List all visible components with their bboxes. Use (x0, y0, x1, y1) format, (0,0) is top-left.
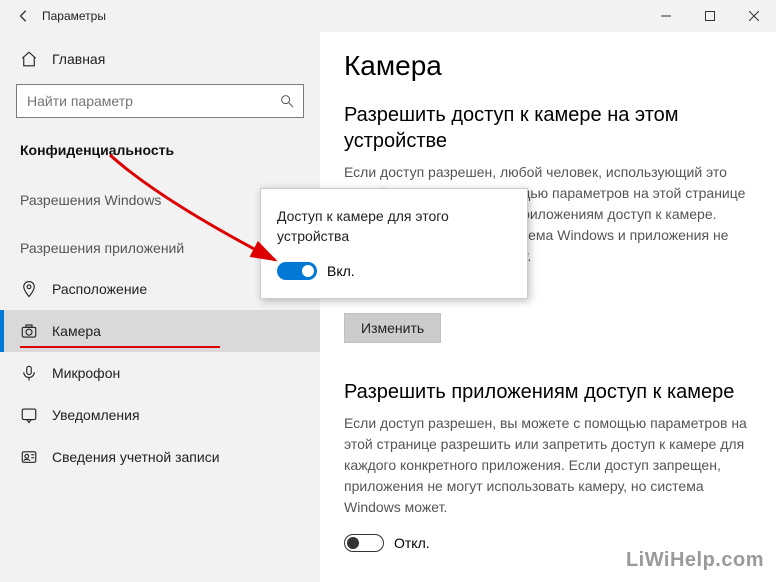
sidebar-item-label: Расположение (52, 281, 147, 297)
maximize-button[interactable] (688, 0, 732, 32)
section2-heading: Разрешить приложениям доступ к камере (344, 379, 752, 405)
sidebar-item-notifications[interactable]: Уведомления (0, 394, 320, 436)
flyout-title: Доступ к камере для этого устройства (277, 207, 511, 246)
apps-access-toggle-label: Откл. (394, 535, 430, 551)
change-button[interactable]: Изменить (344, 313, 441, 343)
home-icon (20, 50, 38, 68)
microphone-icon (20, 364, 38, 382)
sidebar-item-label: Уведомления (52, 407, 140, 423)
sidebar-item-label: Микрофон (52, 365, 120, 381)
minimize-button[interactable] (644, 0, 688, 32)
device-access-toggle-label: Вкл. (327, 263, 355, 279)
camera-icon (20, 322, 38, 340)
sidebar-item-account-info[interactable]: Сведения учетной записи (0, 436, 320, 478)
annotation-underline (20, 346, 220, 348)
search-input[interactable] (16, 84, 304, 118)
account-info-icon (20, 448, 38, 466)
section1-heading: Разрешить доступ к камере на этом устрой… (344, 102, 752, 154)
sidebar-home[interactable]: Главная (0, 40, 320, 78)
location-icon (20, 280, 38, 298)
window-title: Параметры (42, 9, 106, 23)
apps-access-toggle[interactable] (344, 534, 384, 552)
device-access-toggle[interactable] (277, 262, 317, 280)
watermark: LiWiHelp.com (626, 549, 764, 572)
search-icon (279, 93, 295, 109)
sidebar-section-title: Конфиденциальность (0, 132, 320, 172)
sidebar-item-label: Камера (52, 323, 101, 339)
page-title: Камера (344, 50, 752, 82)
sidebar-home-label: Главная (52, 51, 105, 67)
notifications-icon (20, 406, 38, 424)
sidebar-item-label: Сведения учетной записи (52, 449, 220, 465)
sidebar-item-camera[interactable]: Камера (0, 310, 320, 352)
search-button[interactable] (270, 84, 304, 118)
close-button[interactable] (732, 0, 776, 32)
section2-body: Если доступ разрешен, вы можете с помощь… (344, 413, 752, 518)
back-button[interactable] (10, 2, 38, 30)
sidebar: Главная Конфиденциальность Разрешения Wi… (0, 32, 320, 582)
device-access-flyout: Доступ к камере для этого устройства Вкл… (260, 188, 528, 299)
sidebar-item-microphone[interactable]: Микрофон (0, 352, 320, 394)
main-content: Камера Разрешить доступ к камере на этом… (320, 32, 776, 582)
